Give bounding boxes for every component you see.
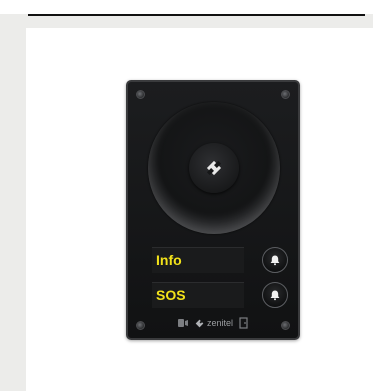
bell-icon — [270, 255, 280, 266]
brand-logo: zenitel — [195, 318, 233, 328]
info-row: Info — [152, 247, 288, 273]
intercom-device: Info SOS zenitel — [126, 80, 300, 340]
sos-row: SOS — [152, 282, 288, 308]
page-header-bar — [0, 0, 373, 14]
bell-icon — [270, 290, 280, 301]
speaker-logo-icon — [206, 160, 222, 176]
info-label: Info — [152, 247, 244, 273]
header-divider — [28, 14, 365, 16]
speaker-cap — [189, 143, 239, 193]
brand-name: zenitel — [206, 318, 233, 328]
zenitel-logo-icon — [195, 319, 204, 327]
sos-call-button[interactable] — [262, 282, 288, 308]
camera-icon — [177, 319, 188, 327]
info-call-button[interactable] — [262, 247, 288, 273]
screw-top-left — [136, 90, 145, 99]
door-icon — [239, 317, 248, 329]
device-footer: zenitel — [128, 316, 298, 330]
sos-label: SOS — [152, 282, 244, 308]
screw-top-right — [281, 90, 290, 99]
speaker-grille — [148, 102, 280, 234]
